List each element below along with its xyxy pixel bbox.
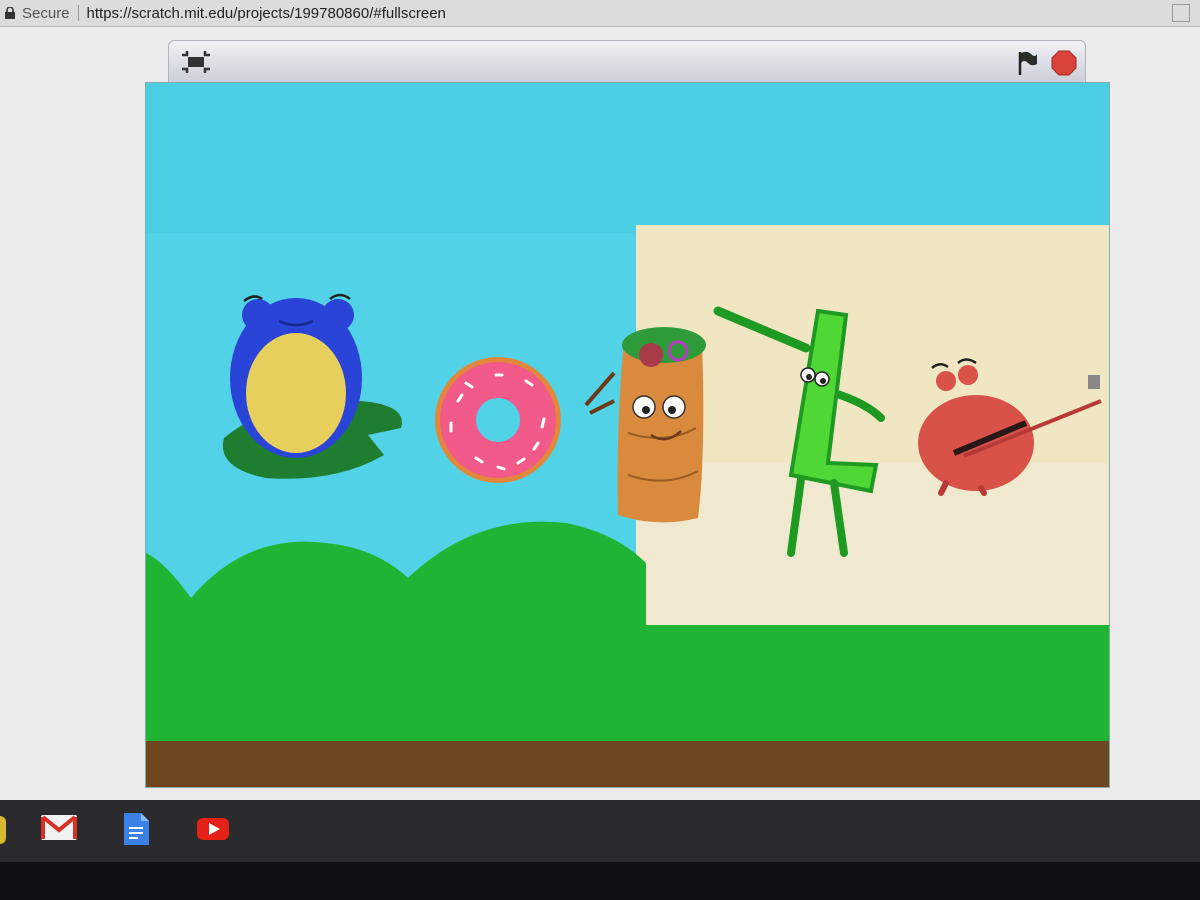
frog-belly: [246, 333, 346, 453]
frog-eye-left: [242, 299, 274, 331]
donut-sprite: [435, 357, 561, 483]
url-text[interactable]: https://scratch.mit.edu/projects/1997808…: [87, 5, 446, 22]
gmail-icon[interactable]: [40, 812, 78, 842]
scratch-stage[interactable]: [145, 82, 1110, 788]
dirt-strip: [146, 741, 1109, 787]
screen-bezel: [0, 862, 1200, 900]
browser-address-bar[interactable]: Secure https://scratch.mit.edu/projects/…: [0, 0, 1200, 27]
frog-eye-right: [322, 299, 354, 331]
crab-stick-tip: [1088, 375, 1100, 389]
sky-top-shade: [146, 83, 1109, 233]
bookmark-star-icon[interactable]: [1172, 4, 1190, 22]
secure-label: Secure: [22, 4, 70, 22]
address-divider: [77, 5, 79, 21]
docs-icon[interactable]: [122, 812, 150, 846]
stop-icon[interactable]: [1051, 50, 1077, 76]
donut-hole: [476, 398, 520, 442]
os-taskbar: [0, 800, 1200, 862]
exit-fullscreen-icon[interactable]: [181, 51, 211, 73]
stage-scene: [146, 83, 1109, 787]
burrito-tomato: [639, 343, 663, 367]
burrito-lettuce: [622, 327, 706, 363]
green-flag-icon[interactable]: [1015, 50, 1039, 76]
scratch-player-controls: [168, 40, 1086, 86]
launcher-icon[interactable]: [0, 816, 6, 844]
lock-icon: [5, 7, 15, 19]
grass-ground: [146, 625, 1109, 745]
youtube-icon[interactable]: [196, 816, 230, 842]
